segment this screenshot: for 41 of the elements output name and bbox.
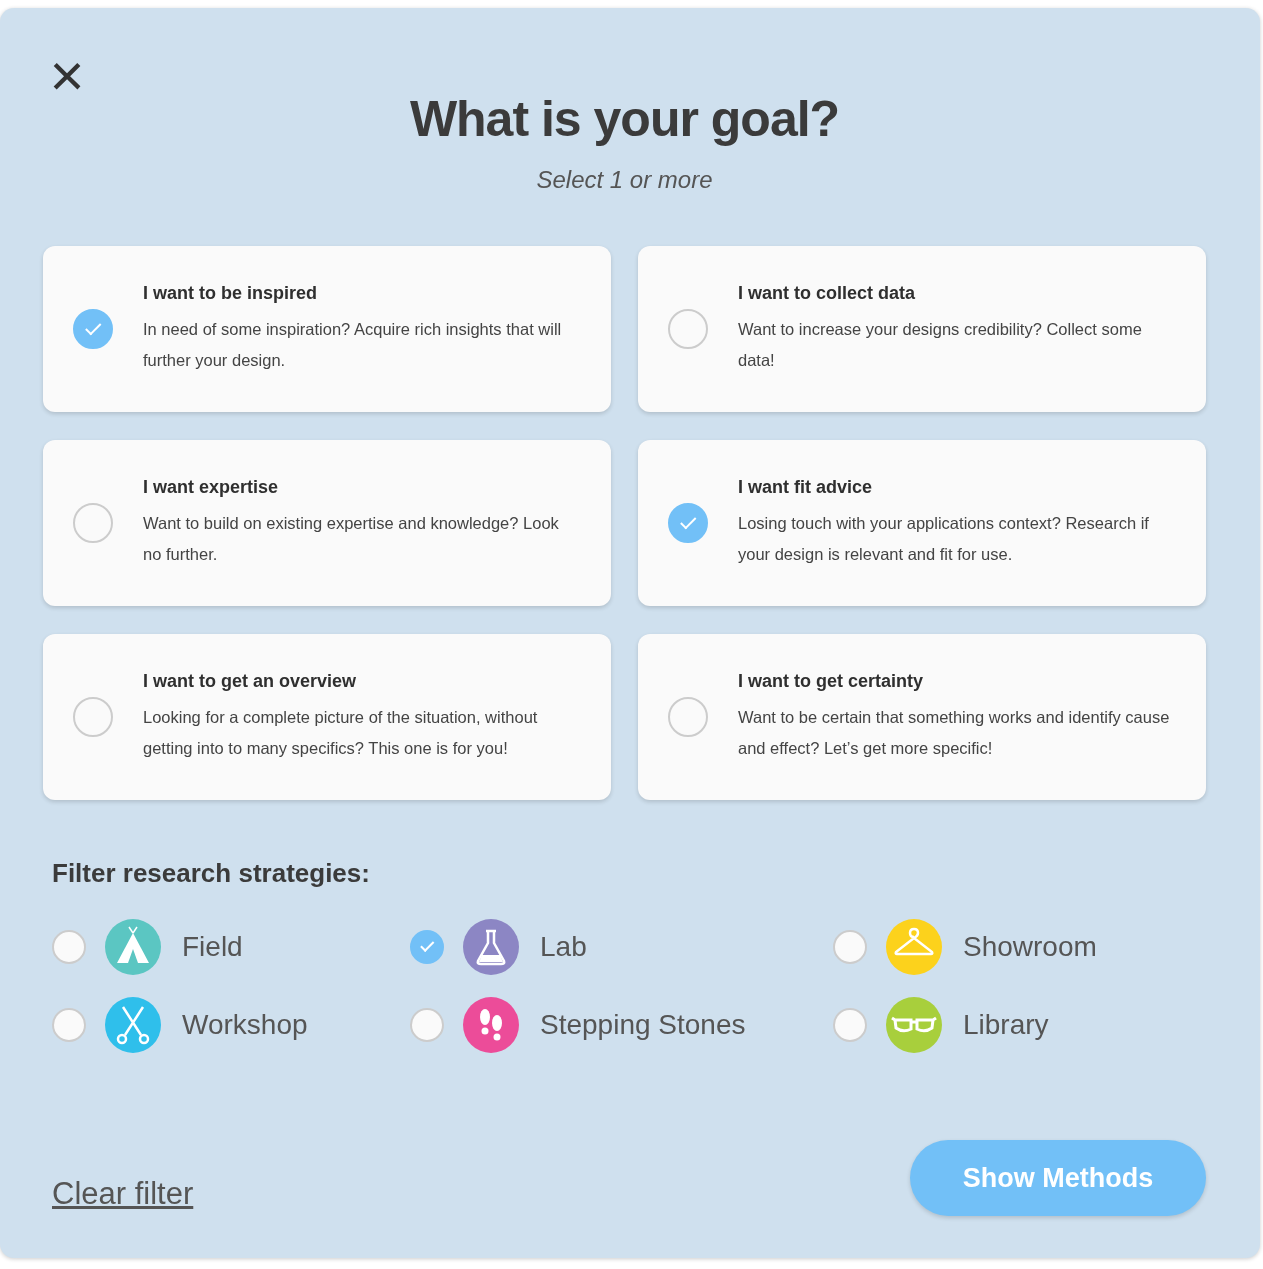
dialog-title: What is your goal? (408, 90, 841, 148)
close-icon[interactable]: × (44, 56, 90, 102)
clear-filter-link[interactable]: Clear filter (52, 1176, 194, 1212)
goal-card[interactable]: I want fit advice Losing touch with your applications context? Research if your design is relevant and fit for use. (638, 440, 1206, 606)
checkbox[interactable] (52, 930, 86, 964)
goal-title: I want fit advice (738, 476, 874, 498)
checkbox[interactable] (668, 309, 708, 349)
goal-description: In need of some inspiration? Acquire rich insights that will further your design. (143, 318, 563, 371)
checkbox[interactable] (833, 930, 867, 964)
checkbox[interactable] (668, 503, 708, 543)
goal-description: Want to be certain that something works and identify cause and effect? Let’s get more specific! (738, 706, 1171, 759)
filter-heading: Filter research strategies: (52, 858, 371, 889)
checkbox[interactable] (73, 309, 113, 349)
strategy-label: Field (182, 931, 243, 963)
strategy-label: Stepping Stones (540, 1009, 746, 1041)
checkbox[interactable] (668, 697, 708, 737)
goal-card[interactable]: I want to be inspired In need of some inspiration? Acquire rich insights that will further your design. (43, 246, 611, 412)
strategy-label: Workshop (182, 1009, 308, 1041)
checkbox[interactable] (73, 503, 113, 543)
goal-description: Want to increase your designs credibility? Collect some data! (738, 318, 1143, 371)
goal-title: I want to get certainty (738, 670, 925, 692)
goal-title: I want expertise (143, 476, 280, 498)
goal-title: I want to collect data (738, 282, 917, 304)
checkbox[interactable] (52, 1008, 86, 1042)
goal-title: I want to get an overview (143, 670, 358, 692)
subtitle: Select 1 or more (535, 166, 714, 194)
goal-title: I want to be inspired (143, 282, 318, 304)
checkbox[interactable] (833, 1008, 867, 1042)
goal-card[interactable]: I want expertise Want to build on existing expertise and knowledge? Look no further. (43, 440, 611, 606)
goal-description: Losing touch with your applications context? Research if your design is relevant and fit for use. (738, 512, 1150, 565)
goal-card[interactable]: I want to get certainty Want to be certain that something works and identify cause and effect? Let’s get more specific! (638, 634, 1206, 800)
strategy-label: Lab (540, 931, 587, 963)
goal-card[interactable]: I want to collect data Want to increase your designs credibility? Collect some data! (638, 246, 1206, 412)
goal-card[interactable]: I want to get an overview Looking for a complete picture of the situation, without getting into to many specifics? This one is for you! (43, 634, 611, 800)
checkbox[interactable] (410, 1008, 444, 1042)
goal-description: Want to build on existing expertise and knowledge? Look no further. (143, 512, 560, 565)
strategy-label: Showroom (963, 931, 1097, 963)
checkbox[interactable] (73, 697, 113, 737)
strategy-label: Library (963, 1009, 1049, 1041)
goal-description: Looking for a complete picture of the situation, without getting into to many specifics? This one is for you! (143, 706, 539, 759)
checkbox[interactable] (410, 930, 444, 964)
